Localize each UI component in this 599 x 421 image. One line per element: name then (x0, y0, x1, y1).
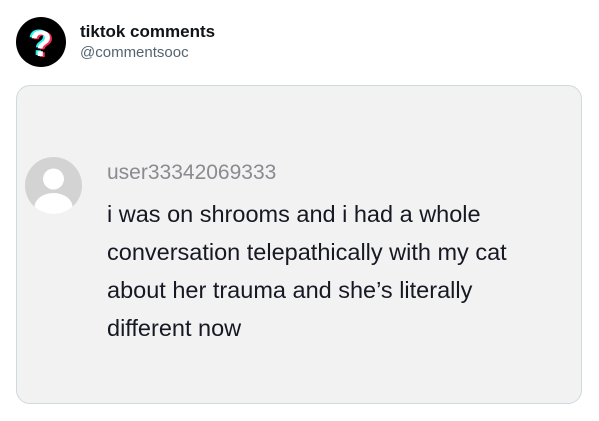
tweet-header: ? ? ? tiktok comments @commentsooc (16, 14, 215, 70)
default-user-icon (34, 168, 73, 214)
comment-username: user33342069333 (107, 161, 277, 184)
profile-avatar[interactable]: ? ? ? (16, 17, 66, 67)
display-name[interactable]: tiktok comments (80, 22, 215, 42)
comment-text-line: conversation telepathically with my cat (107, 239, 507, 265)
svg-text:?: ? (30, 23, 52, 64)
comment-text-line: i was on shrooms and i had a whole (107, 201, 481, 227)
comment-avatar (25, 157, 82, 214)
account-names: tiktok comments @commentsooc (80, 22, 215, 63)
comment-text-line: about her trauma and she’s literally (107, 277, 473, 303)
comment-text-line: different now (107, 315, 242, 341)
user-handle[interactable]: @commentsooc (80, 43, 215, 63)
question-mark-icon: ? ? ? (28, 22, 54, 65)
